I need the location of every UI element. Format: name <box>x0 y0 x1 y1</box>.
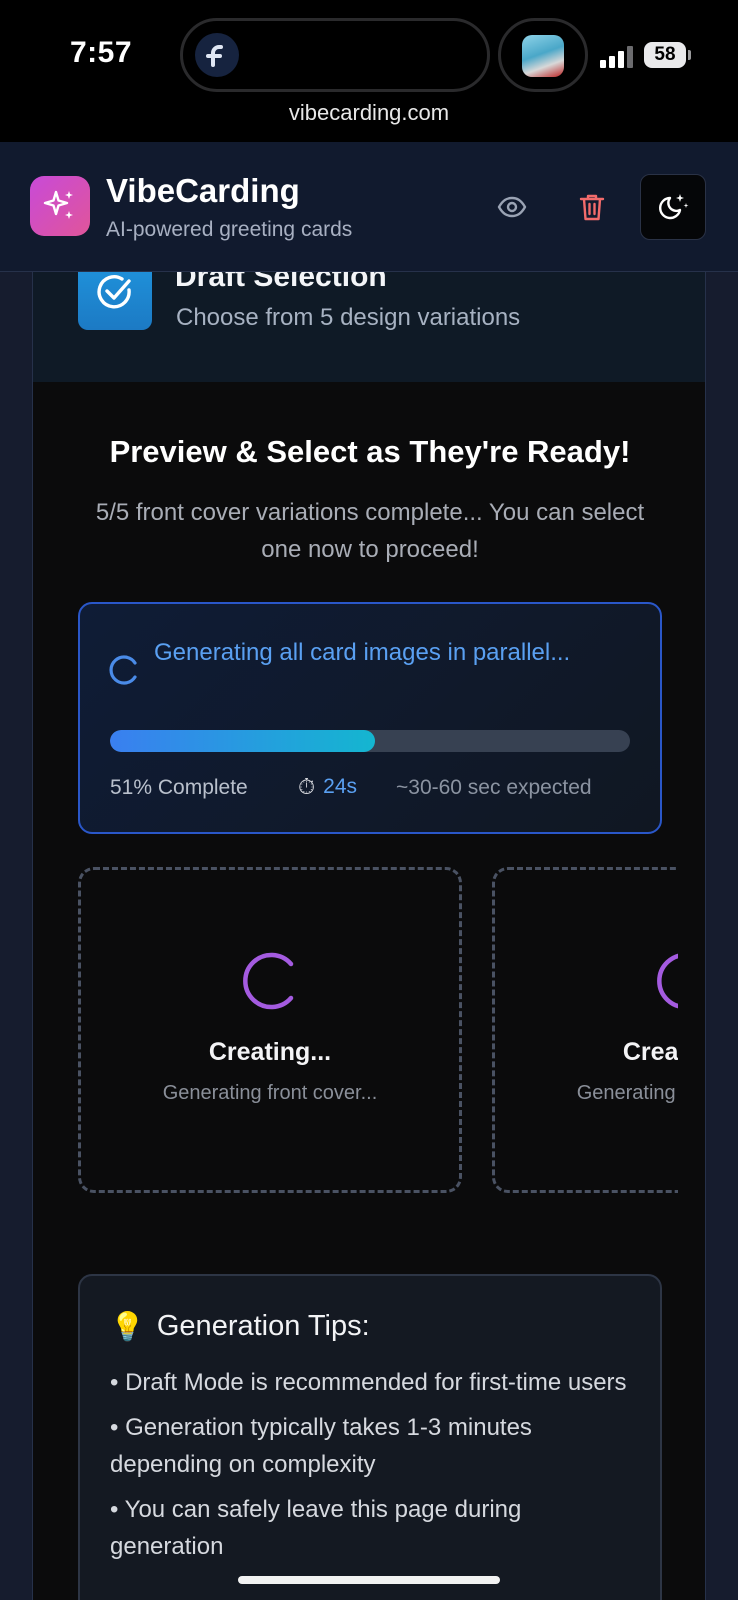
status-time: 7:57 <box>70 36 133 69</box>
tips-list: • Draft Mode is recommended for first-ti… <box>110 1364 630 1573</box>
progress-bar <box>110 730 630 752</box>
tip-item: • You can safely leave this page during … <box>110 1496 522 1560</box>
eye-icon <box>497 196 527 218</box>
expected-duration: ~30-60 sec expected <box>396 776 592 799</box>
home-indicator[interactable] <box>238 1576 500 1584</box>
card-status-title: Creating... <box>208 1038 332 1066</box>
dynamic-island[interactable] <box>180 18 490 92</box>
draft-cards-carousel[interactable]: Creating... Generating front cover... Cr… <box>78 867 678 1197</box>
loading-spinner-icon <box>657 953 678 1009</box>
progress-bar-fill <box>110 730 376 752</box>
battery-indicator: 58 <box>644 42 686 68</box>
generation-tips-card: 💡 Generation Tips: • Draft Mode is recom… <box>78 1274 662 1600</box>
fedora-app-icon <box>195 33 239 77</box>
page-gutter-left <box>0 272 32 1600</box>
tips-heading: 💡 Generation Tips: <box>110 1310 370 1343</box>
loading-spinner-icon <box>109 655 137 685</box>
stopwatch-icon: ⏱ <box>298 774 316 799</box>
panel-description: 5/5 front cover variations complete... Y… <box>95 499 645 563</box>
draft-card[interactable]: Creating... Generating front cover... <box>78 867 462 1193</box>
elapsed-time: 24s <box>323 775 358 798</box>
loading-spinner-icon <box>243 952 294 1010</box>
card-status-title: Creating... <box>622 1038 678 1066</box>
preview-button[interactable] <box>487 182 537 232</box>
tips-title: Generation Tips: <box>156 1310 370 1342</box>
app-tagline: AI-powered greeting cards <box>106 218 353 241</box>
cellular-signal-icon <box>600 46 634 68</box>
panel-title: Preview & Select as They're Ready! <box>109 434 631 469</box>
app-header: VibeCarding AI-powered greeting cards <box>0 142 738 272</box>
progress-label: Generating all card images in parallel..… <box>154 639 571 666</box>
trash-icon <box>579 194 605 221</box>
lightbulb-icon: 💡 <box>110 1311 145 1342</box>
generation-progress-card: Generating all card images in parallel..… <box>78 602 662 834</box>
progress-percent: 51% Complete <box>110 776 248 799</box>
moon-stars-icon <box>659 194 689 220</box>
delete-button[interactable] <box>567 182 617 232</box>
draft-card[interactable]: Creating... Generating front cover... <box>492 867 678 1193</box>
now-playing-island[interactable] <box>498 18 588 92</box>
app-name: VibeCarding <box>106 172 300 209</box>
draft-selection-panel: Preview & Select as They're Ready! 5/5 f… <box>32 382 706 1600</box>
card-status-subtitle: Generating front cover... <box>576 1082 678 1104</box>
check-circle-icon <box>78 272 152 330</box>
theme-toggle-button[interactable] <box>640 174 706 240</box>
phone-screen: 7:57 58 vibecarding.com VibeCarding AI-p… <box>0 0 738 1600</box>
sparkles-icon[interactable] <box>30 176 90 236</box>
address-bar-url[interactable]: vibecarding.com <box>0 100 738 126</box>
status-bar: 7:57 58 vibecarding.com <box>0 0 738 142</box>
page-gutter-right <box>706 272 738 1600</box>
card-status-subtitle: Generating front cover... <box>162 1082 378 1104</box>
elapsed-timer: ⏱ 24s <box>298 774 357 800</box>
step-subtitle: Choose from 5 design variations <box>176 304 521 331</box>
battery-tip <box>688 50 691 60</box>
step-header: Draft Selection Choose from 5 design var… <box>32 260 706 382</box>
album-art-thumbnail <box>522 35 564 77</box>
tip-item: • Generation typically takes 1-3 minutes… <box>110 1414 532 1478</box>
tip-item: • Draft Mode is recommended for first-ti… <box>110 1369 627 1396</box>
